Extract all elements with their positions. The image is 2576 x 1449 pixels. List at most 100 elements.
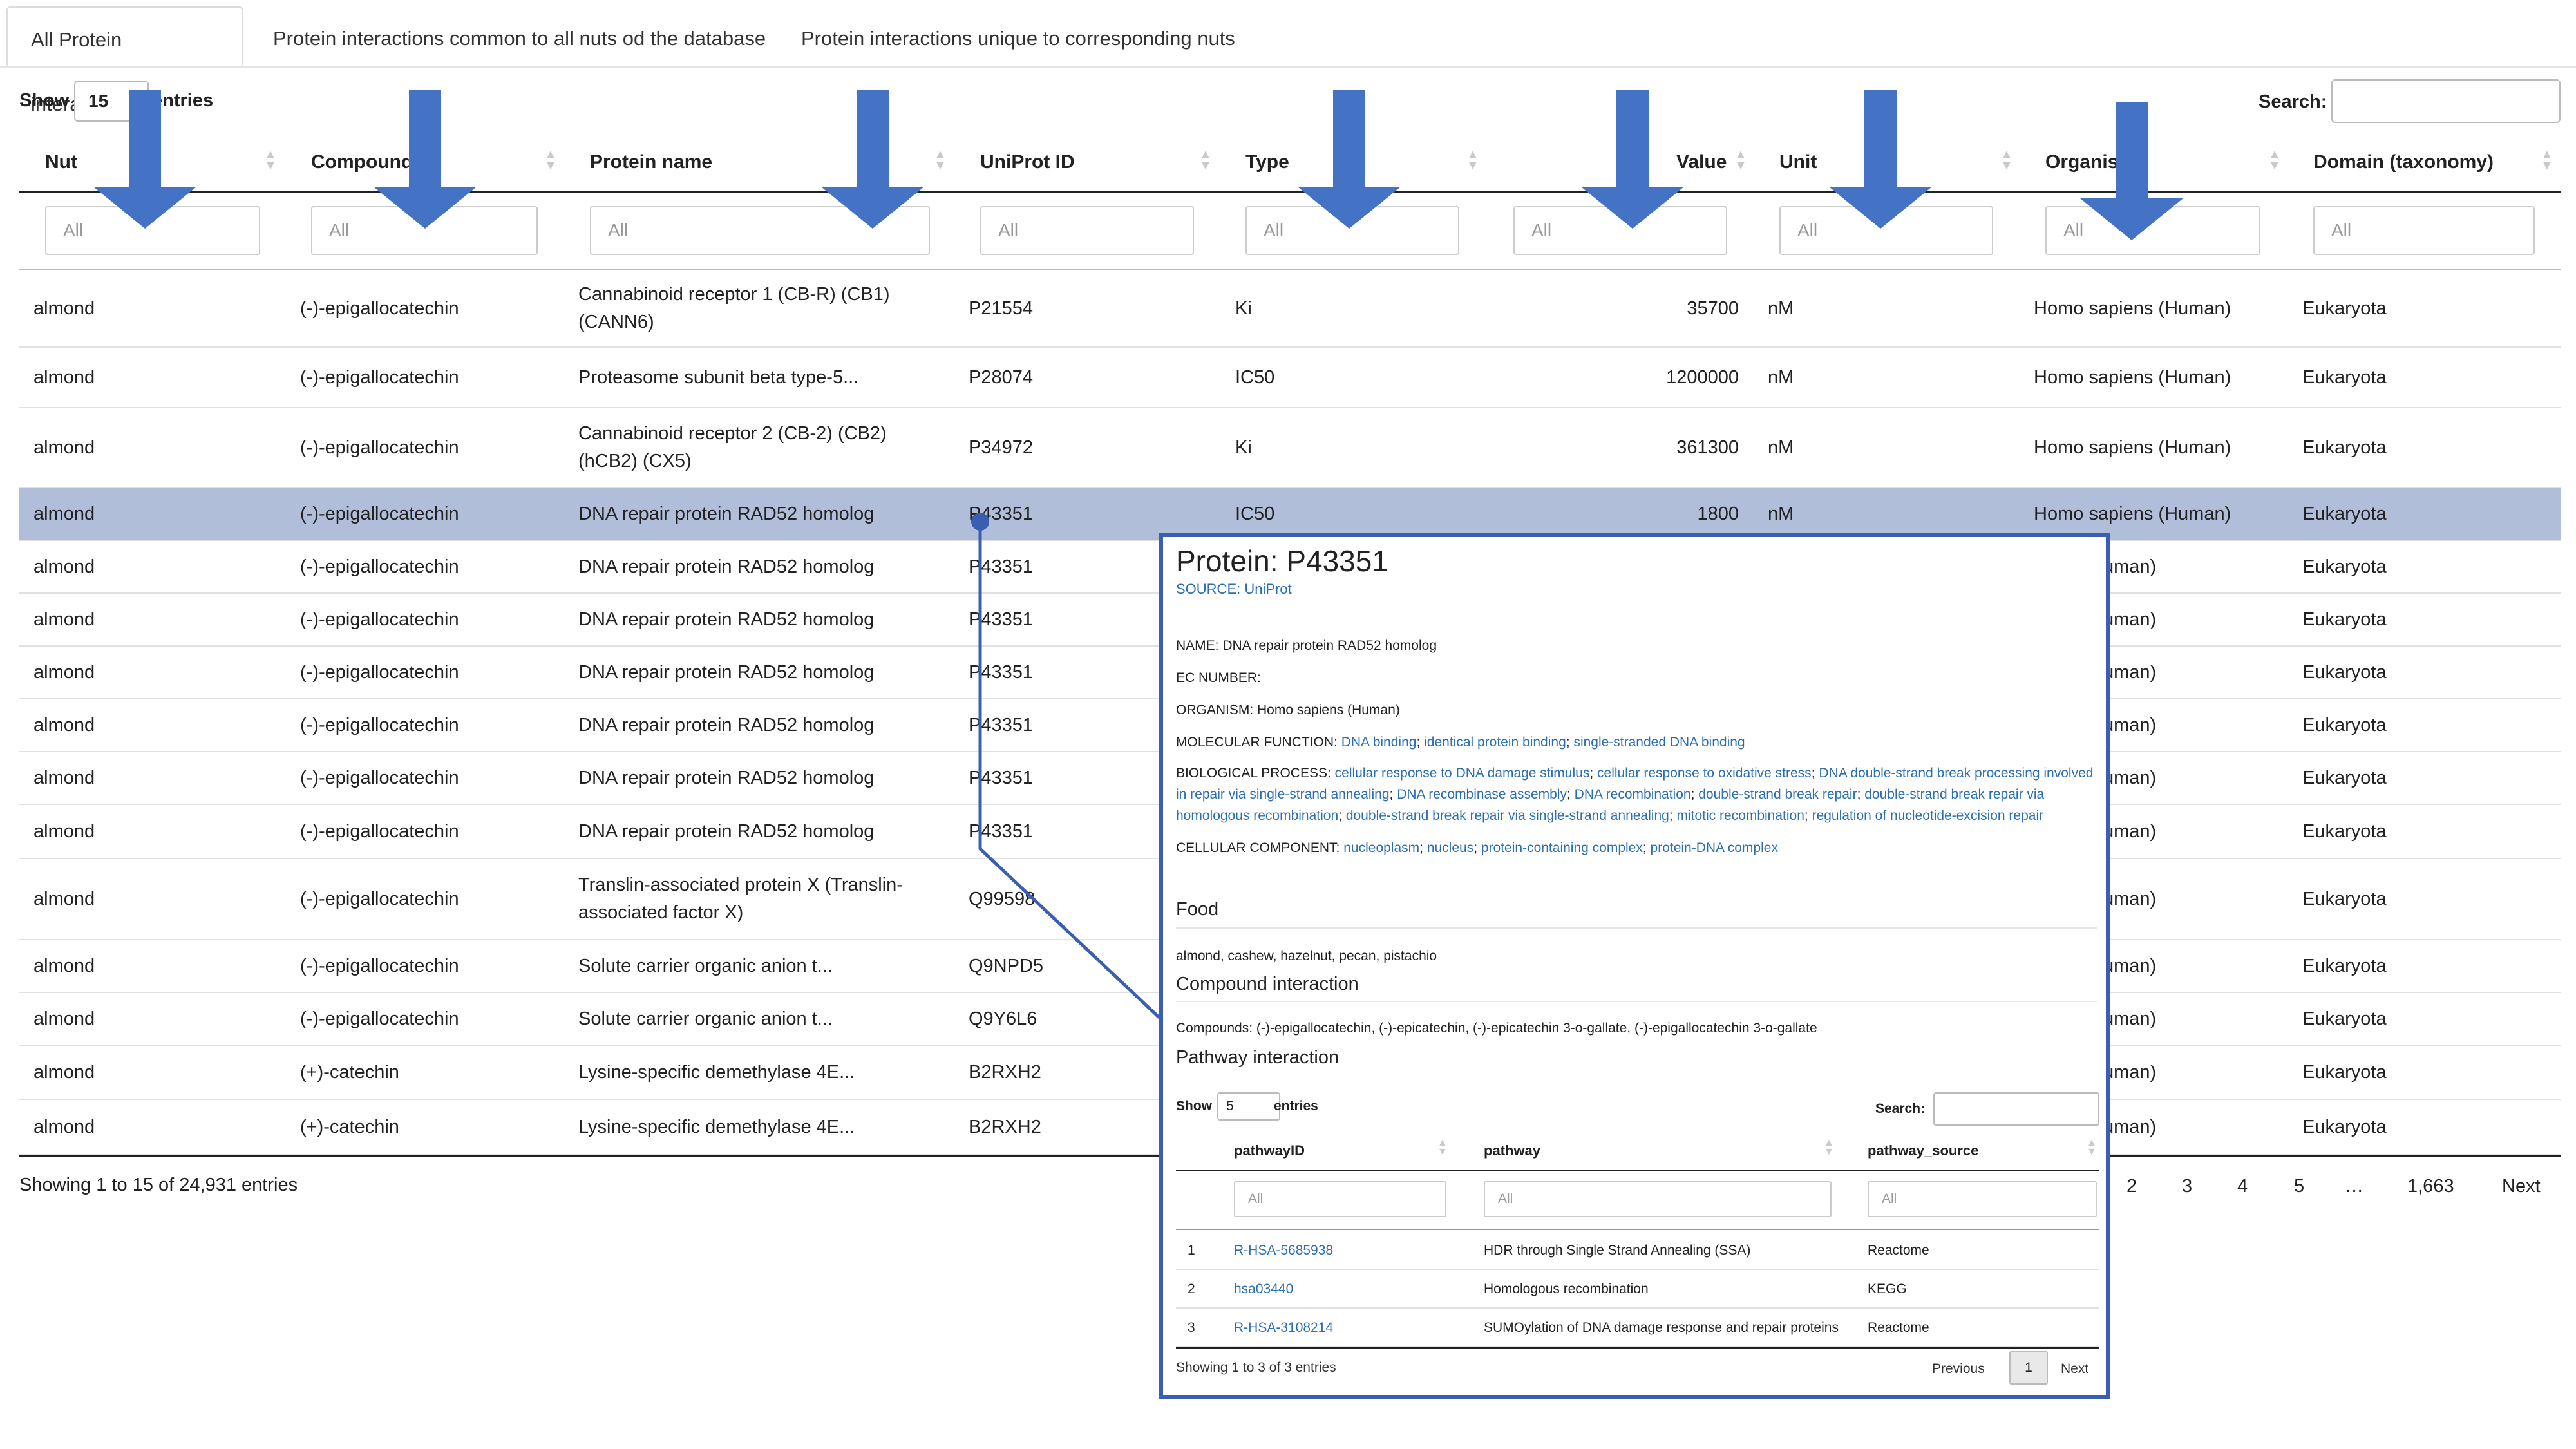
- inner-cell-pathway: Homologous recombination: [1484, 1282, 1649, 1296]
- cell-uniprot-id-link[interactable]: B2RXH2: [969, 1100, 1181, 1154]
- inner-cell-pathway-id-link[interactable]: hsa03440: [1234, 1282, 1293, 1297]
- pagination-ellipsis: …: [2345, 1176, 2363, 1197]
- column-header-uniprot-id[interactable]: UniProt ID: [980, 151, 1075, 173]
- annotation-arrow-type: [1298, 90, 1401, 229]
- annotation-arrow-value: [1581, 90, 1684, 229]
- biological-process-term-link[interactable]: DNA recombinase assembly: [1397, 787, 1567, 802]
- popup-food-text: almond, cashew, hazelnut, pecan, pistach…: [1176, 949, 1437, 963]
- inner-length-select[interactable]: 5: [1217, 1092, 1280, 1121]
- cell-uniprot-id-link[interactable]: Q9Y6L6: [969, 993, 1181, 1045]
- tab-unique-interactions[interactable]: Protein interactions unique to correspon…: [778, 6, 1258, 66]
- popup-name: NAME: DNA repair protein RAD52 homolog: [1176, 638, 1437, 653]
- cellular-component-term-link[interactable]: nucleus: [1427, 840, 1473, 855]
- cell-compound: (-)-epigallocatechin: [300, 1008, 459, 1029]
- table-row[interactable]: almond (-)-epigallocatechin Proteasome sub…: [19, 348, 2561, 408]
- cell-nut: almond: [33, 366, 95, 388]
- cell-domain: Eukaryota: [2302, 1008, 2387, 1029]
- sort-icon: ▲ ▼: [544, 147, 557, 173]
- cell-uniprot-id-link[interactable]: P43351: [969, 752, 1181, 804]
- biological-process-term-link[interactable]: double-strand break repair: [1698, 787, 1857, 802]
- biological-process-term-link[interactable]: regulation of nucleotide-excision repair: [1812, 808, 2044, 823]
- inner-column-pathway-source[interactable]: pathway_source: [1868, 1142, 1978, 1159]
- popup-biological-process: BIOLOGICAL PROCESS: cellular response to…: [1176, 766, 2094, 823]
- cell-uniprot-id-link[interactable]: P43351: [969, 699, 1181, 751]
- tab-common-interactions[interactable]: Protein interactions common to all nuts …: [250, 6, 789, 66]
- pagination-page-3[interactable]: 3: [2182, 1176, 2192, 1197]
- inner-column-pathway[interactable]: pathway: [1484, 1142, 1540, 1159]
- popup-cellular-component: CELLULAR COMPONENT: nucleoplasm; nucleus…: [1176, 840, 1778, 855]
- cell-nut: almond: [33, 1061, 95, 1083]
- column-header-nut[interactable]: Nut: [45, 151, 77, 173]
- biological-process-term-link[interactable]: DNA recombination: [1575, 787, 1691, 802]
- column-header-unit[interactable]: Unit: [1779, 151, 1817, 173]
- pagination-next-button[interactable]: Next: [2502, 1176, 2541, 1197]
- tab-all-protein-interactions[interactable]: All Protein interactions: [6, 6, 243, 115]
- cell-nut: almond: [33, 955, 95, 976]
- cellular-component-term-link[interactable]: nucleoplasm: [1343, 840, 1419, 855]
- cell-uniprot-id-link[interactable]: P34972: [969, 408, 1181, 487]
- inner-table-row[interactable]: 3 R-HSA-3108214 SUMOylation of DNA damage …: [1176, 1309, 2099, 1347]
- annotation-arrow-compound: [374, 90, 477, 229]
- cell-uniprot-id-link[interactable]: Q99598: [969, 859, 1181, 939]
- cellular-component-term-link[interactable]: protein-containing complex: [1481, 840, 1643, 855]
- inner-search-input[interactable]: [1933, 1092, 2099, 1126]
- inner-table-row[interactable]: 2 hsa03440 Homologous recombination KEGG: [1176, 1270, 2099, 1309]
- biological-process-term-link[interactable]: cellular response to DNA damage stimulus: [1335, 766, 1590, 781]
- pagination-page-5[interactable]: 5: [2294, 1176, 2304, 1197]
- cell-organism: Homo sapiens (Human): [2034, 503, 2231, 524]
- popup-organism: ORGANISM: Homo sapiens (Human): [1176, 703, 1400, 717]
- cellular-component-term-link[interactable]: protein-DNA complex: [1651, 840, 1778, 855]
- cell-nut: almond: [33, 437, 95, 458]
- inner-column-pathway-id[interactable]: pathwayID: [1234, 1142, 1305, 1159]
- biological-process-term-link[interactable]: mitotic recombination: [1676, 808, 1804, 823]
- cell-domain: Eukaryota: [2302, 298, 2387, 319]
- cell-uniprot-id-link[interactable]: P28074: [969, 348, 1181, 407]
- inner-next-button[interactable]: Next: [2061, 1361, 2088, 1377]
- popup-divider: [1176, 927, 2097, 929]
- molecular-function-term-link[interactable]: identical protein binding: [1424, 735, 1566, 750]
- cell-uniprot-id-link[interactable]: B2RXH2: [969, 1046, 1181, 1099]
- cell-uniprot-id-link[interactable]: P43351: [969, 594, 1181, 645]
- annotation-arrow-protein-name: [821, 90, 924, 229]
- inner-cell-index: 1: [1188, 1243, 1195, 1258]
- cell-compound: (+)-catechin: [300, 1116, 399, 1137]
- pagination-page-4[interactable]: 4: [2237, 1176, 2248, 1197]
- search-input[interactable]: [2331, 79, 2561, 123]
- cell-uniprot-id-link[interactable]: Q9NPD5: [969, 940, 1181, 992]
- inner-show-label: Show: [1176, 1099, 1212, 1113]
- column-header-type[interactable]: Type: [1245, 151, 1289, 173]
- inner-cell-pathway-id-link[interactable]: R-HSA-5685938: [1234, 1243, 1333, 1258]
- cell-compound: (+)-catechin: [300, 1061, 399, 1083]
- cell-uniprot-id-link[interactable]: P21554: [969, 270, 1181, 346]
- pagination-page-last[interactable]: 1,663: [2407, 1176, 2454, 1197]
- cell-uniprot-id-link[interactable]: P43351: [969, 541, 1181, 592]
- cell-value: 35700: [1687, 298, 1739, 319]
- pagination-page-2[interactable]: 2: [2126, 1176, 2137, 1197]
- inner-cell-pathway-id-link[interactable]: R-HSA-3108214: [1234, 1320, 1333, 1336]
- inner-filter-pathway-source[interactable]: All: [1868, 1181, 2097, 1217]
- cell-domain: Eukaryota: [2302, 366, 2387, 388]
- inner-current-page[interactable]: 1: [2009, 1351, 2048, 1385]
- cell-domain: Eukaryota: [2302, 556, 2387, 577]
- cell-uniprot-id-link[interactable]: P43351: [969, 647, 1181, 698]
- cell-uniprot-id-link[interactable]: P43351: [969, 805, 1181, 858]
- table-row[interactable]: almond (-)-epigallocatechin Cannabinoid re…: [19, 270, 2561, 348]
- column-header-domain[interactable]: Domain (taxonomy): [2313, 151, 2494, 173]
- inner-filter-pathway-id[interactable]: All: [1234, 1181, 1446, 1217]
- cell-protein-name: DNA repair protein RAD52 homolog: [578, 503, 875, 524]
- molecular-function-term-link[interactable]: DNA binding: [1341, 735, 1417, 750]
- biological-process-term-link[interactable]: double-strand break repair via single-st…: [1346, 808, 1669, 823]
- popup-source-link[interactable]: SOURCE: UniProt: [1176, 581, 1292, 598]
- biological-process-term-link[interactable]: cellular response to oxidative stress: [1597, 766, 1812, 781]
- column-header-protein-name[interactable]: Protein name: [590, 151, 712, 173]
- inner-filter-pathway[interactable]: All: [1484, 1181, 1832, 1217]
- cell-unit: nM: [1768, 366, 1794, 388]
- inner-previous-button[interactable]: Previous: [1932, 1361, 1985, 1377]
- filter-domain[interactable]: All: [2313, 206, 2535, 255]
- cell-uniprot-id-link[interactable]: P43351: [969, 488, 1181, 540]
- filter-uniprot-id[interactable]: All: [980, 206, 1194, 255]
- table-row[interactable]: almond (-)-epigallocatechin Cannabinoid re…: [19, 408, 2561, 488]
- inner-table-row[interactable]: 1 R-HSA-5685938 HDR through Single Strand …: [1176, 1231, 2099, 1270]
- molecular-function-term-link[interactable]: single-stranded DNA binding: [1573, 735, 1745, 750]
- sort-icon: ▲ ▼: [934, 147, 947, 173]
